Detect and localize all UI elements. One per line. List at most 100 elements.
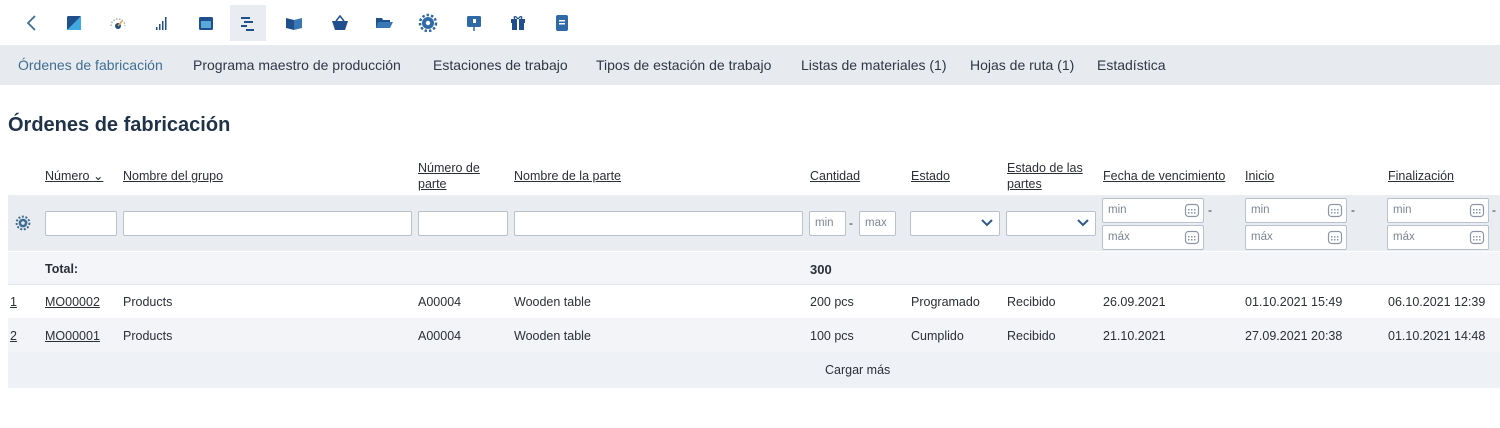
gift-icon[interactable] (500, 5, 536, 41)
filter-inicio-min[interactable]: min (1245, 198, 1347, 223)
gauge-icon[interactable] (100, 5, 136, 41)
calendar-icon[interactable] (1469, 202, 1485, 218)
cell-estado: Cumplido (911, 329, 964, 343)
dashboard-icon[interactable] (56, 5, 92, 41)
filter-cantidad-dash: - (849, 216, 853, 230)
back-icon[interactable] (14, 5, 50, 41)
chevron-down-icon (981, 219, 993, 227)
settings-gear-icon[interactable] (15, 215, 31, 231)
folder-icon[interactable] (366, 5, 402, 41)
calendar-icon[interactable] (1184, 202, 1200, 218)
header-numero-parte[interactable]: Número de parte (418, 160, 480, 192)
filter-cantidad-max[interactable]: max (859, 211, 896, 236)
cell-grupo: Products (123, 329, 173, 343)
header-estado-partes[interactable]: Estado de las partes (1007, 160, 1083, 192)
filter-vencimiento-dash: - (1208, 203, 1212, 217)
filter-finalizacion-min-placeholder: min (1393, 204, 1412, 216)
calendar-icon[interactable] (1469, 229, 1485, 245)
cell-numero-parte: A00004 (418, 329, 462, 343)
header-fecha-vencimiento[interactable]: Fecha de vencimiento (1103, 168, 1225, 184)
cell-cantidad: 100 pcs (810, 329, 854, 343)
chevron-down-icon (1077, 219, 1089, 227)
cell-estado: Programado (911, 295, 980, 309)
filter-numero-parte-input[interactable] (418, 211, 508, 236)
header-finalizacion[interactable]: Finalización (1388, 168, 1454, 184)
row-index-link[interactable]: 1 (10, 295, 17, 309)
tab-hojas-ruta[interactable]: Hojas de ruta (1) (970, 57, 1074, 73)
cell-estado-partes: Recibido (1007, 329, 1056, 343)
filter-inicio-dash: - (1351, 203, 1355, 217)
header-estado-partes-line2: partes (1007, 177, 1042, 191)
tab-tipos-estacion[interactable]: Tipos de estación de trabajo (596, 57, 771, 73)
cell-nombre-parte: Wooden table (514, 295, 591, 309)
presentation-icon[interactable] (456, 5, 492, 41)
calendar-icon[interactable] (1327, 202, 1343, 218)
header-inicio[interactable]: Inicio (1245, 168, 1274, 184)
icon-toolbar (0, 0, 1500, 44)
filter-estado-select[interactable] (910, 211, 1000, 236)
total-cantidad: 300 (810, 262, 832, 277)
header-nombre-parte[interactable]: Nombre de la parte (514, 168, 621, 184)
book-icon[interactable] (276, 5, 312, 41)
calendar-icon[interactable] (188, 5, 224, 41)
filter-finalizacion-max[interactable]: máx (1387, 225, 1489, 250)
row-divider (8, 284, 1500, 285)
document-icon[interactable] (544, 5, 580, 41)
cell-vencimiento: 21.10.2021 (1103, 329, 1166, 343)
bar-chart-icon[interactable] (144, 5, 180, 41)
filter-nombre-parte-input[interactable] (514, 211, 803, 236)
filter-vencimiento-min[interactable]: min (1102, 198, 1204, 223)
tab-programa-maestro[interactable]: Programa maestro de producción (193, 57, 401, 73)
header-numero-parte-line2: parte (418, 177, 447, 191)
tab-listas-materiales[interactable]: Listas de materiales (1) (801, 57, 947, 73)
header-cantidad[interactable]: Cantidad (810, 168, 860, 184)
filter-estado-partes-select[interactable] (1006, 211, 1096, 236)
filter-vencimiento-min-placeholder: min (1108, 204, 1127, 216)
filter-inicio-min-placeholder: min (1251, 204, 1270, 216)
order-number-link[interactable]: MO00001 (45, 329, 100, 343)
gear-icon[interactable] (410, 5, 446, 41)
filter-inicio-max[interactable]: máx (1245, 225, 1347, 250)
cell-finalizacion: 01.10.2021 14:48 (1388, 329, 1486, 343)
filter-nombre-grupo-input[interactable] (123, 211, 412, 236)
filter-finalizacion-max-placeholder: máx (1393, 231, 1415, 243)
cell-grupo: Products (123, 295, 173, 309)
cell-finalizacion: 06.10.2021 12:39 (1388, 295, 1486, 309)
header-nombre-grupo[interactable]: Nombre del grupo (123, 168, 223, 184)
filter-finalizacion-min[interactable]: min (1387, 198, 1489, 223)
filter-finalizacion-dash: - (1492, 203, 1496, 217)
tab-estadistica[interactable]: Estadística (1097, 57, 1165, 73)
order-number-link[interactable]: MO00002 (45, 295, 100, 309)
header-numero-label: Número (45, 169, 90, 183)
cell-cantidad: 200 pcs (810, 295, 854, 309)
header-numero-parte-line1: Número de (418, 161, 480, 175)
tab-ordenes-fabricacion[interactable]: Órdenes de fabricación (18, 57, 163, 73)
cell-nombre-parte: Wooden table (514, 329, 591, 343)
load-more-bar (8, 352, 1500, 388)
header-estado-partes-line1: Estado de las (1007, 161, 1083, 175)
gantt-icon[interactable] (230, 5, 266, 41)
total-label: Total: (45, 262, 79, 276)
header-estado[interactable]: Estado (911, 168, 950, 184)
sort-down-icon: ⌄ (92, 169, 104, 183)
filter-vencimiento-max[interactable]: máx (1102, 225, 1204, 250)
basket-icon[interactable] (322, 5, 358, 41)
page-title: Órdenes de fabricación (8, 114, 231, 136)
filter-numero-input[interactable] (45, 211, 117, 236)
cell-inicio: 27.09.2021 20:38 (1245, 329, 1343, 343)
load-more-button[interactable]: Cargar más (825, 363, 890, 377)
filter-cantidad-min[interactable]: min (809, 211, 846, 236)
calendar-icon[interactable] (1184, 229, 1200, 245)
calendar-icon[interactable] (1327, 229, 1343, 245)
cell-estado-partes: Recibido (1007, 295, 1056, 309)
row-index-link[interactable]: 2 (10, 329, 17, 343)
cell-inicio: 01.10.2021 15:49 (1245, 295, 1343, 309)
header-numero[interactable]: Número ⌄ (45, 168, 103, 184)
filter-inicio-max-placeholder: máx (1251, 231, 1273, 243)
filter-vencimiento-max-placeholder: máx (1108, 231, 1130, 243)
tab-estaciones-trabajo[interactable]: Estaciones de trabajo (433, 57, 568, 73)
sub-navigation: Órdenes de fabricación Programa maestro … (0, 45, 1500, 85)
cell-numero-parte: A00004 (418, 295, 462, 309)
cell-vencimiento: 26.09.2021 (1103, 295, 1166, 309)
total-row (8, 252, 1500, 284)
